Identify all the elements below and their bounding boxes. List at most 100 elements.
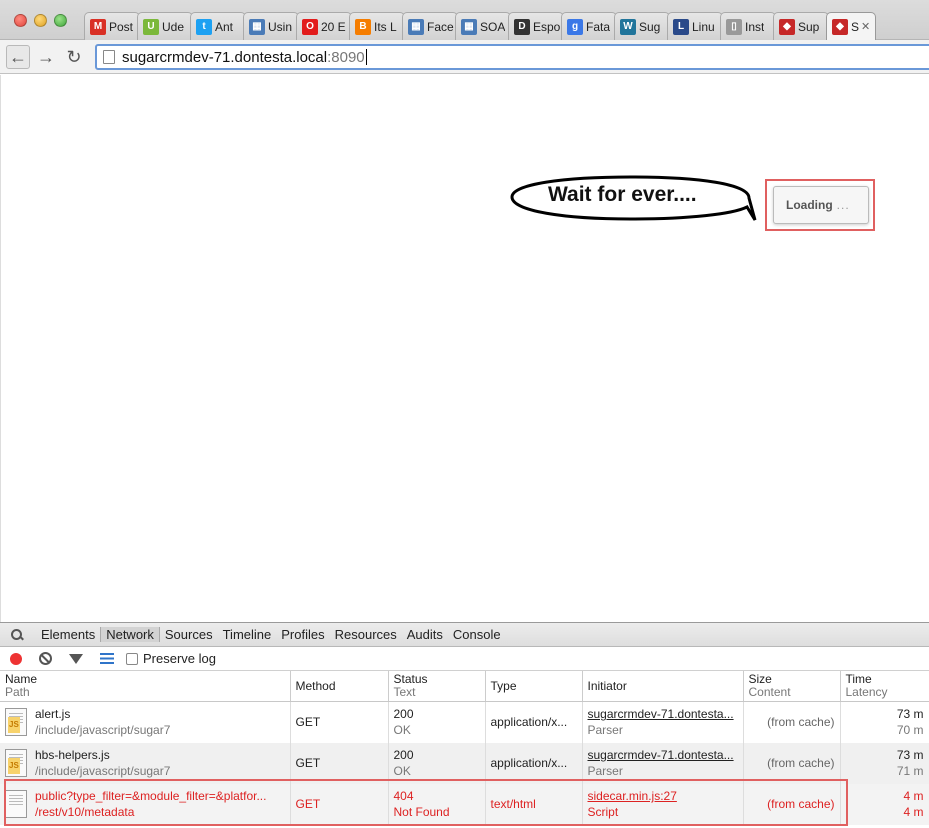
cell-type: application/x... [485, 742, 583, 784]
zoom-window-button[interactable] [54, 14, 67, 27]
col-path-label: Path [5, 685, 30, 699]
close-window-button[interactable] [14, 14, 27, 27]
browser-tab[interactable]: M Post [84, 12, 140, 40]
table-row[interactable]: hbs-helpers.js/include/javascript/sugar7… [0, 742, 929, 784]
browser-tab-label: Espo [533, 19, 561, 34]
search-icon[interactable] [10, 628, 24, 642]
google-icon: g [567, 18, 583, 35]
record-icon[interactable] [10, 652, 22, 665]
table-row[interactable]: alert.js/include/javascript/sugar7GET200… [0, 701, 929, 743]
blogger-icon: B [355, 18, 371, 35]
browser-tab-label: Inst [745, 19, 765, 34]
devtools-tab-elements[interactable]: Elements [36, 627, 100, 642]
browser-tab[interactable]: ◆ S ✕ [826, 12, 876, 40]
window-controls [14, 14, 67, 27]
devtools-tabs: Elements Network Sources Timeline Profiles Re… [0, 623, 929, 647]
browser-tab[interactable]: L Linu [667, 12, 723, 40]
browser-tab[interactable]: D Espo [508, 12, 564, 40]
cell-name: hbs-helpers.js/include/javascript/sugar7 [0, 742, 291, 784]
browser-tab-label: Sup [798, 19, 820, 34]
browser-tab[interactable]: ▦ Face [402, 12, 458, 40]
cell-size: (from cache) [743, 701, 841, 743]
cell-method: GET [290, 742, 389, 784]
request-name: public?type_filter=&module_filter=&platf… [35, 789, 267, 803]
browser-tab[interactable]: W Sug [614, 12, 670, 40]
initiator-link[interactable]: sugarcrmdev-71.dontesta... [588, 747, 738, 763]
col-time[interactable]: Time Latency [840, 671, 929, 702]
devtools-tab-profiles[interactable]: Profiles [276, 627, 329, 642]
browser-tab[interactable]: ▯ Inst [720, 12, 776, 40]
list-view-icon[interactable] [100, 653, 114, 664]
col-text-label: Text [393, 685, 416, 699]
status-text: Not Found [393, 805, 450, 819]
close-tab-icon[interactable]: ✕ [861, 20, 870, 33]
back-button[interactable]: ← [6, 45, 30, 69]
browser-tab-label: Post [109, 19, 134, 34]
devtools-tab-network[interactable]: Network [100, 627, 160, 642]
table-row[interactable]: public?type_filter=&module_filter=&platf… [0, 783, 929, 825]
browser-tab[interactable]: ▦ Usin [243, 12, 299, 40]
speech-bubble-text: Wait for ever.... [548, 183, 697, 206]
cell-time: 73 m 70 m [840, 701, 929, 743]
stackoverflow-icon: ▦ [461, 18, 477, 35]
js-file-icon [5, 708, 27, 737]
col-method[interactable]: Method [290, 671, 389, 702]
col-size-label: Size [748, 672, 772, 686]
loading-dots: ... [836, 198, 850, 212]
col-initiator[interactable]: Initiator [582, 671, 744, 702]
devtools-tab-timeline[interactable]: Timeline [218, 627, 277, 642]
request-name: hbs-helpers.js [35, 748, 110, 762]
col-time-label: Time [845, 672, 872, 686]
stackoverflow-icon: ▦ [408, 18, 424, 35]
status-code: 404 [393, 789, 414, 803]
initiator-type: Script [587, 805, 619, 819]
request-path: /rest/v10/metadata [35, 805, 135, 819]
devtools-tab-console[interactable]: Console [448, 627, 506, 642]
browser-tab[interactable]: B Its L [349, 12, 405, 40]
forward-button[interactable]: → [34, 45, 58, 69]
time-value: 73 m [896, 707, 924, 722]
browser-tab[interactable]: ◆ Sup [773, 12, 829, 40]
col-type[interactable]: Type [485, 671, 583, 702]
arrow-right-icon: → [37, 46, 55, 67]
col-name[interactable]: Name Path [0, 671, 291, 702]
cell-name: public?type_filter=&module_filter=&platf… [0, 783, 291, 825]
browser-tab-label: Face [427, 19, 454, 34]
browser-tabs: M Post U Ude t Ant ▦ Usin O 20 E B Its L ▦ Face ▦ SOA D E… [84, 12, 876, 40]
initiator-link[interactable]: sugarcrmdev-71.dontesta... [588, 706, 738, 722]
cell-initiator: sugarcrmdev-71.dontesta... Parser [582, 742, 744, 784]
sugarcrm-icon: ◆ [832, 18, 848, 35]
browser-tab-label: SOA [480, 19, 506, 34]
page-viewport: Wait for ever.... Loading... [0, 75, 929, 622]
col-type-label: Type [490, 678, 517, 693]
loading-label: Loading [786, 198, 833, 212]
browser-tab[interactable]: t Ant [190, 12, 246, 40]
browser-tab[interactable]: U Ude [137, 12, 193, 40]
cell-size: (from cache) [743, 742, 841, 784]
initiator-link[interactable]: sidecar.min.js:27 [588, 788, 738, 804]
gmail-icon: M [90, 18, 106, 35]
table-header: Name Path Method Status Text Type Initiato… [0, 671, 929, 702]
cell-time: 73 m 71 m [840, 742, 929, 784]
minimize-window-button[interactable] [34, 14, 47, 27]
preserve-log-checkbox[interactable] [126, 652, 138, 665]
devtools-tab-audits[interactable]: Audits [402, 627, 448, 642]
cell-type: text/html [485, 783, 583, 825]
dzone-icon: D [514, 18, 530, 35]
col-status[interactable]: Status Text [388, 671, 486, 702]
cell-method: GET [290, 701, 389, 743]
col-size[interactable]: Size Content [743, 671, 841, 702]
cell-status: 200 OK [388, 742, 486, 784]
devtools-tab-sources[interactable]: Sources [160, 627, 218, 642]
browser-tab[interactable]: ▦ SOA [455, 12, 511, 40]
browser-tab[interactable]: g Fata [561, 12, 617, 40]
cell-status: 404 Not Found [388, 783, 486, 825]
filter-icon[interactable] [69, 653, 83, 664]
status-text: OK [393, 723, 411, 738]
reload-button[interactable]: ↻ [62, 45, 86, 69]
clear-icon[interactable] [39, 652, 52, 665]
browser-tab[interactable]: O 20 E [296, 12, 352, 40]
devtools-tab-resources[interactable]: Resources [330, 627, 402, 642]
address-bar[interactable]: sugarcrmdev-71.dontesta.local:8090 [95, 44, 929, 70]
col-name-label: Name [5, 672, 38, 686]
